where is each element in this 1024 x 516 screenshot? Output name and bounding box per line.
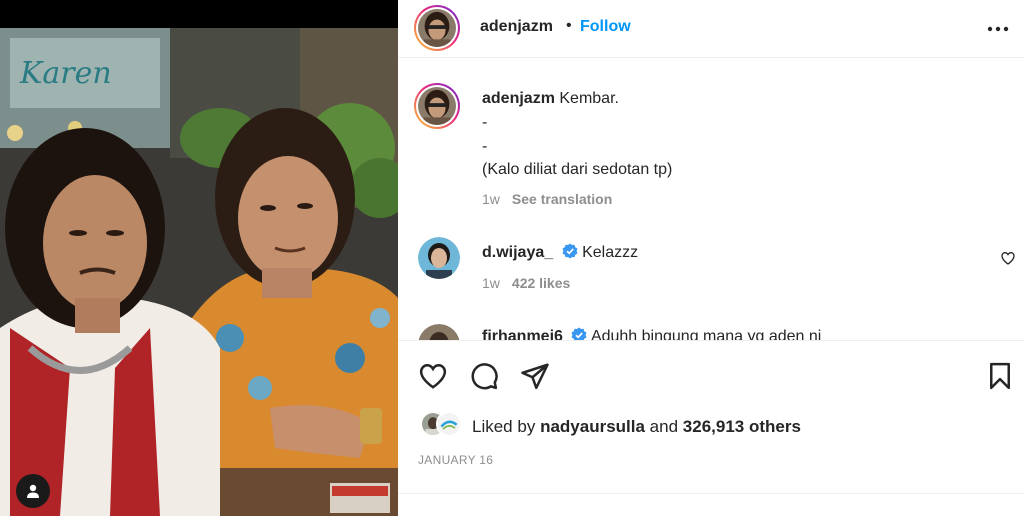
liked-by-and: and: [649, 417, 679, 436]
photo-top-bar: [0, 0, 398, 28]
send-icon[interactable]: [520, 361, 550, 391]
heart-icon[interactable]: [418, 361, 448, 391]
caption-text: Kembar.: [559, 90, 619, 107]
caption-line-3: -: [482, 138, 488, 155]
verified-badge-icon: [562, 243, 578, 259]
comment-line: d.wijaya_ Kelazzz: [482, 243, 638, 262]
post-actions: Liked by nadyaursulla and 326,913 others…: [398, 340, 1024, 516]
author-avatar[interactable]: [414, 5, 460, 51]
post-photo[interactable]: Karen: [0, 28, 398, 516]
tagged-users-button[interactable]: [16, 474, 50, 508]
comment-icon[interactable]: [469, 361, 499, 391]
caption-username[interactable]: adenjazm: [482, 90, 555, 107]
liker-avatar[interactable]: [436, 411, 462, 437]
comment-likes[interactable]: 422 likes: [512, 275, 570, 291]
author-avatar-image: [418, 9, 456, 47]
liked-by-prefix: Liked by: [472, 417, 536, 436]
liked-by-text: Liked by nadyaursulla and 326,913 others: [472, 417, 801, 437]
caption-line-4: (Kalo diliat dari sedotan tp): [482, 161, 673, 178]
commenter-avatar[interactable]: [418, 324, 460, 340]
likes-count-link[interactable]: 326,913 others: [683, 417, 801, 436]
comment-username[interactable]: firhanmei6: [482, 328, 563, 340]
follow-button[interactable]: Follow: [580, 18, 631, 36]
post-header: adenjazm • Follow: [398, 0, 1024, 58]
comment-time[interactable]: 1w: [482, 275, 500, 291]
separator-dot: •: [566, 17, 572, 34]
caption-first-line: adenjazm Kembar.: [482, 90, 619, 108]
more-horizontal-icon[interactable]: [986, 20, 1010, 38]
post-side-panel: adenjazm • Follow adenjazm Kembar. - - (…: [398, 0, 1024, 516]
caption-author-avatar[interactable]: [414, 83, 460, 129]
see-translation-button[interactable]: See translation: [512, 191, 612, 207]
comment-line: firhanmei6 Aduhh bingung mana yg aden ni: [482, 327, 821, 340]
post-date[interactable]: JANUARY 16: [418, 453, 493, 467]
post-photo-pane: Karen: [0, 0, 398, 516]
comment-like-icon[interactable]: [1000, 250, 1016, 266]
liked-by-user[interactable]: nadyaursulla: [540, 417, 645, 436]
commenter-avatar[interactable]: [418, 237, 460, 279]
verified-badge-icon: [571, 327, 587, 340]
author-username[interactable]: adenjazm: [480, 18, 553, 36]
comment-username[interactable]: d.wijaya_: [482, 244, 553, 261]
user-icon: [27, 484, 39, 498]
caption-meta: 1w See translation: [482, 191, 612, 207]
caption-line-2: -: [482, 114, 488, 131]
comments-section[interactable]: adenjazm Kembar. - - (Kalo diliat dari s…: [398, 68, 1024, 340]
comment-text: Aduhh bingung mana yg aden ni: [590, 328, 822, 340]
comment-text: Kelazzz: [582, 244, 639, 261]
caption-time[interactable]: 1w: [482, 191, 500, 207]
divider: [398, 493, 1024, 494]
svg-text:Karen: Karen: [19, 56, 112, 91]
bookmark-icon[interactable]: [985, 361, 1015, 391]
caption-avatar-image: [418, 87, 456, 125]
comment-meta: 1w 422 likes: [482, 275, 570, 291]
